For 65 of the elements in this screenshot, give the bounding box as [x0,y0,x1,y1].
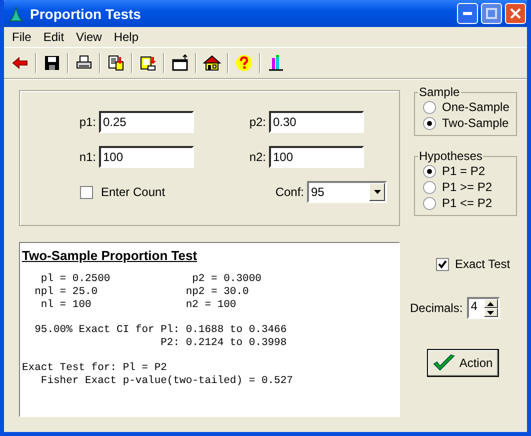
app-icon [8,6,24,22]
input-field[interactable]: 0.25 [99,111,194,133]
house-icon [203,54,221,72]
checkmark-icon [438,260,447,268]
radio-label: P1 = P2 [442,164,486,178]
radio-button[interactable] [423,116,436,130]
field-label: p2: [249,115,266,129]
input-field[interactable]: 100 [99,146,194,168]
radio-label: P1 <= P2 [442,196,492,210]
output-line: 95.00% Exact CI for Pl: 0.1688 to 0.3466 [34,324,288,337]
menu-item[interactable]: Edit [37,30,70,44]
input-field[interactable]: 0.30 [269,111,364,133]
close-icon [510,8,521,19]
maximize-icon [486,8,497,19]
menu-item[interactable]: View [70,30,108,44]
up-arrow-icon [487,302,494,306]
output-line: npl = 25.0 np2 = 30.0 [34,286,250,299]
radio-button[interactable] [423,164,436,178]
field-label: n1: [79,150,96,164]
output-title: Two-Sample Proportion Test [22,248,198,263]
minimize-icon [463,12,472,15]
field-label: Conf: [275,185,304,199]
field-label: n2: [249,150,266,164]
radio-button[interactable] [423,180,436,194]
dropdown[interactable]: 95 [307,181,387,203]
checkbox-label: Exact Test [455,257,510,271]
radio-button[interactable] [423,100,436,114]
checkbox[interactable] [80,186,93,198]
input-field[interactable]: 100 [269,146,364,168]
radio-label: One-Sample [442,100,510,114]
document-arrow-icon [107,54,125,72]
output-line: Exact Test for: Pl = P2 [22,362,168,375]
caret-icon [374,190,380,194]
radio-label: Two-Sample [442,116,509,130]
help-icon [235,54,253,72]
back-icon [11,54,29,72]
menu-item[interactable]: File [6,30,38,44]
save-icon [43,54,61,72]
action-button[interactable]: Action [427,349,499,377]
window-title: Proportion Tests [30,6,142,22]
checkbox-label: Enter Count [101,185,166,199]
field-label: Decimals: [410,301,463,315]
output-line: P2: 0.2124 to 0.3998 [160,337,288,350]
output-line: Fisher Exact p-value(two-tailed) = 0.527 [40,375,294,388]
spin-down-button[interactable] [484,308,498,317]
field-label: p1: [79,115,96,129]
checkmark-icon [433,354,456,372]
clipboard-arrow-icon [139,54,157,72]
group-title: Hypotheses [418,149,484,163]
dropdown-button[interactable] [369,183,385,201]
spin-up-button[interactable] [484,299,498,308]
window-icon [171,54,189,72]
output-line: pl = 0.2500 p2 = 0.3000 [40,273,262,286]
group-title: Sample [418,85,461,99]
maximize-button[interactable] [481,3,502,24]
radio-label: P1 >= P2 [442,180,492,194]
output-line: nl = 100 n2 = 100 [40,299,238,312]
radio-button[interactable] [423,196,436,210]
checkbox[interactable] [436,258,449,270]
spin-box[interactable]: 4 [466,297,500,319]
minimize-button[interactable] [457,3,478,24]
close-button[interactable] [505,3,526,24]
bar-chart-icon [267,54,285,72]
down-arrow-icon [487,310,494,314]
menu-item[interactable]: Help [108,30,145,44]
